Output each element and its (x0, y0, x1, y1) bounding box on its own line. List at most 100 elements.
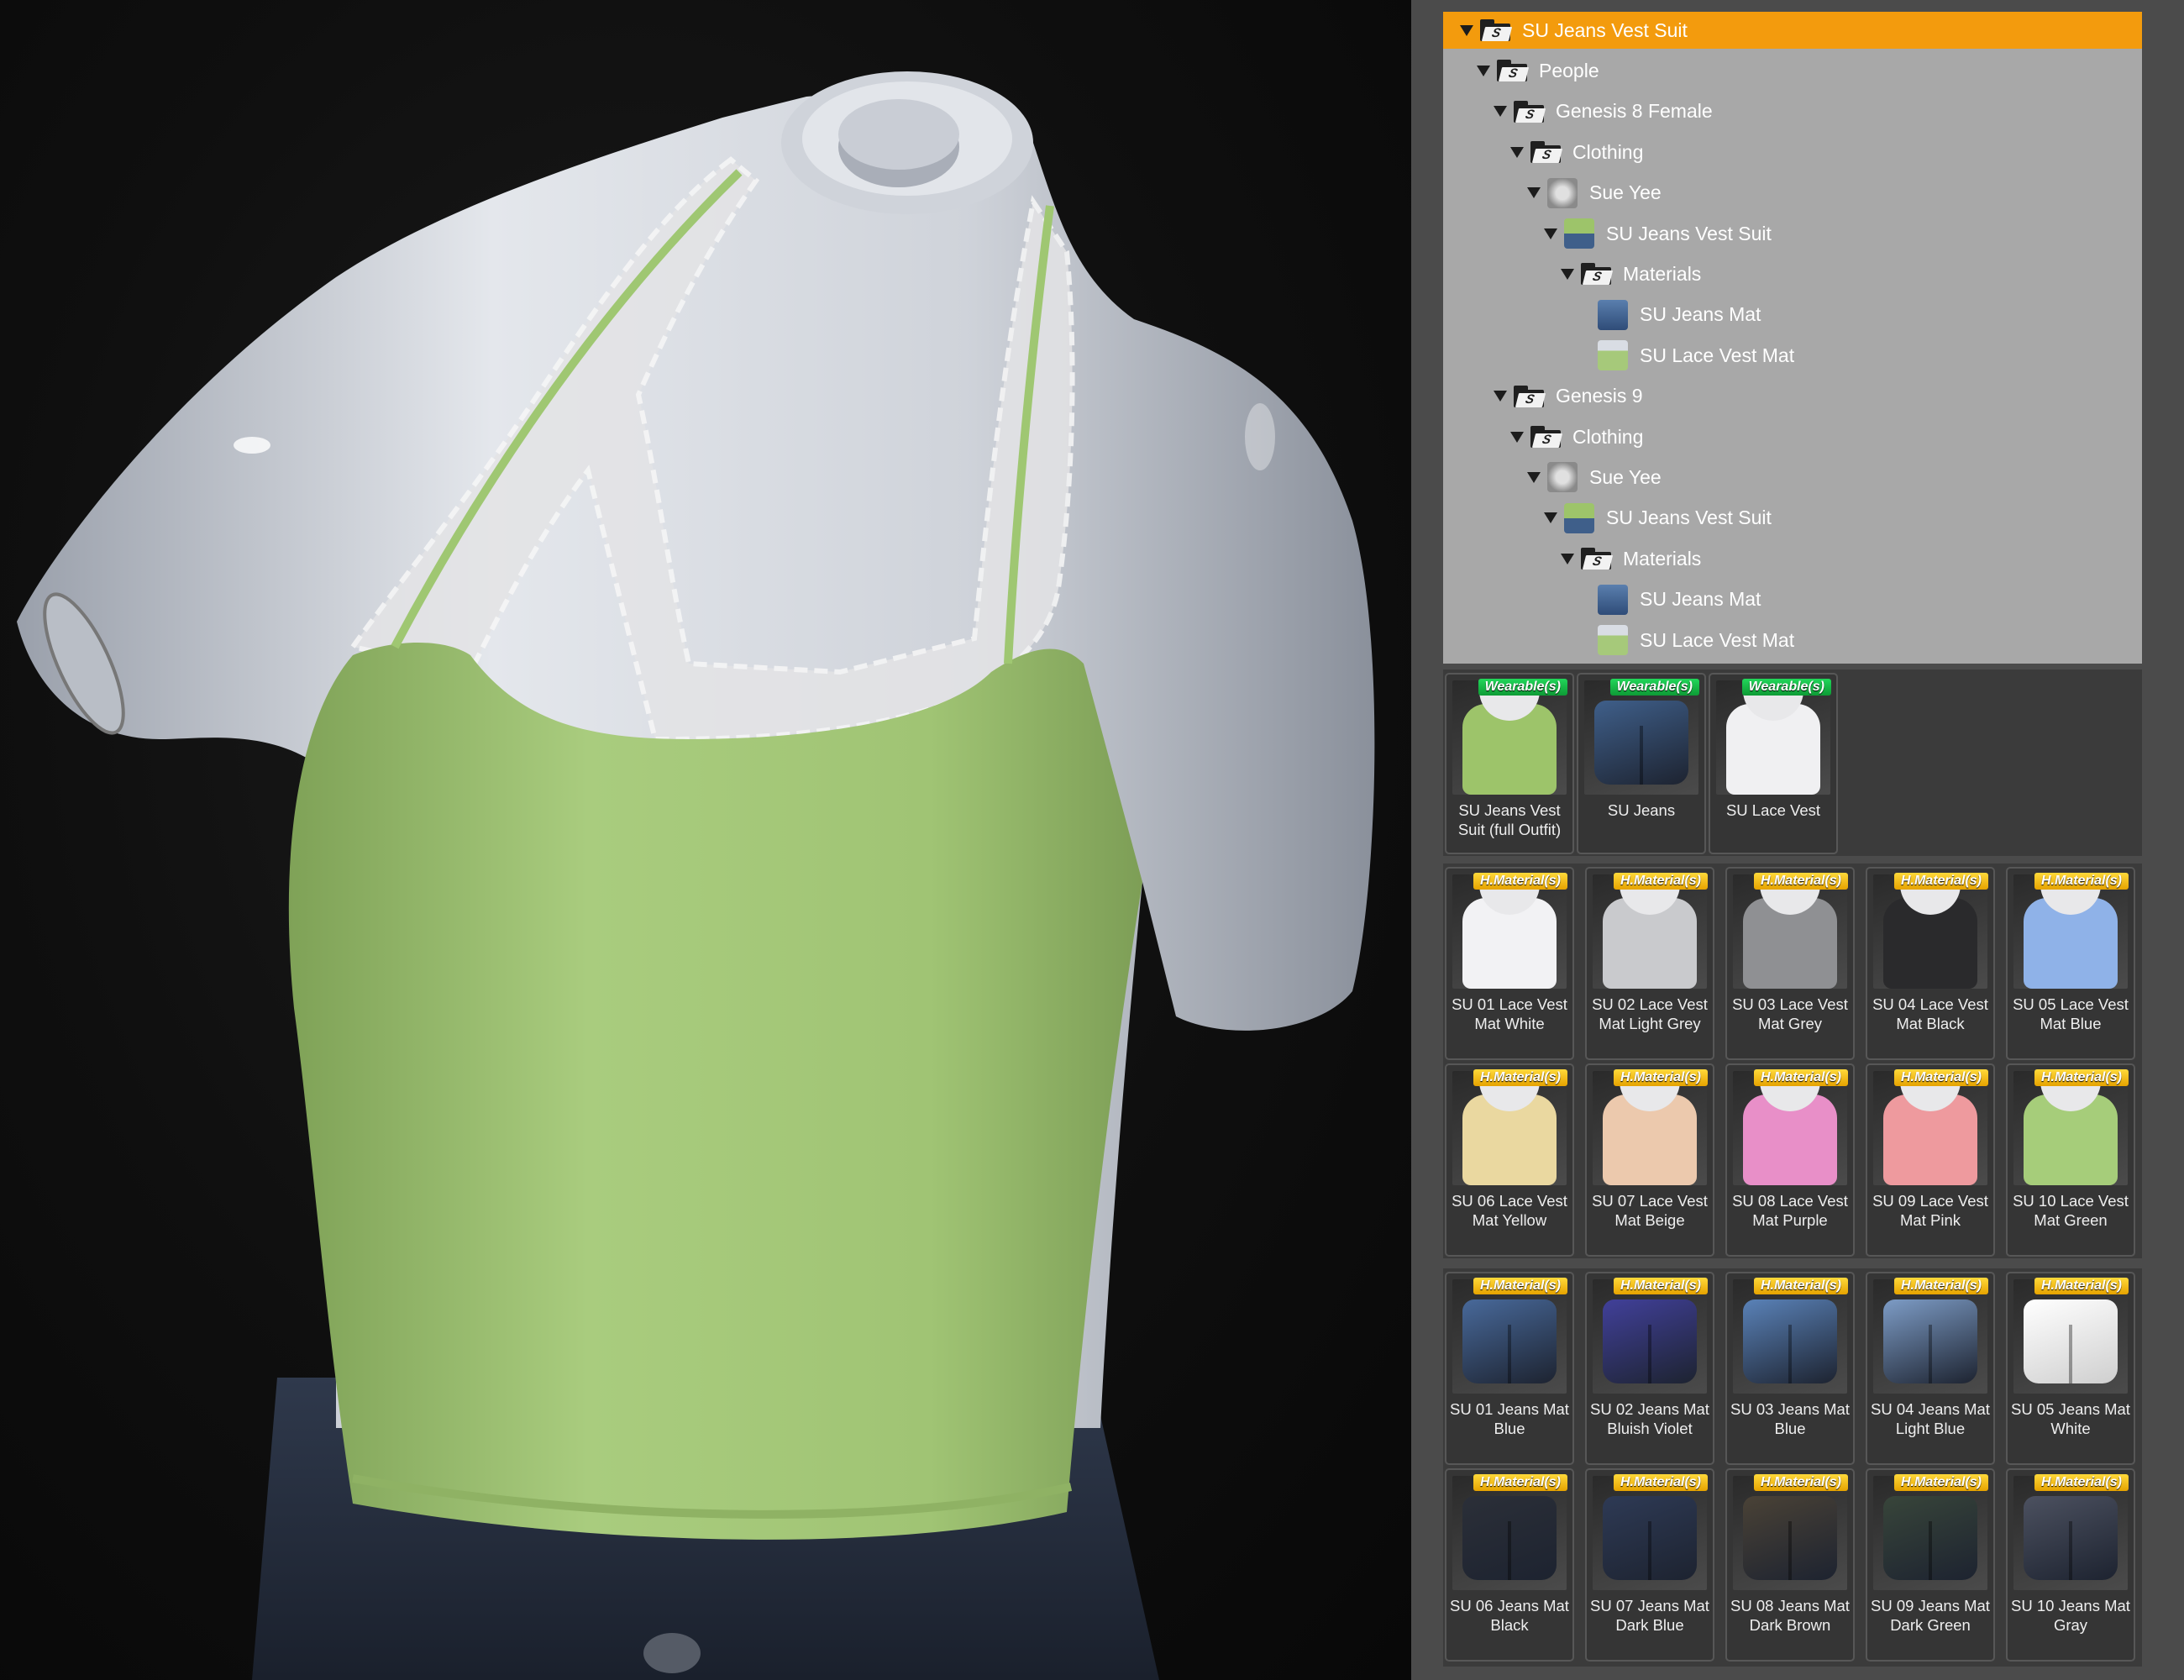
thumbnail-su-04-lace-vest-mat-black[interactable]: H.Material(s) SU 04 Lace Vest Mat Black (1866, 867, 1995, 1060)
tree-item-sue-yee[interactable]: Sue Yee (1527, 175, 1662, 212)
thumbnail-su-06-jeans-mat-black[interactable]: H.Material(s) SU 06 Jeans Mat Black (1445, 1468, 1574, 1662)
thumbnail-su-07-jeans-mat-dark-blue[interactable]: H.Material(s) SU 07 Jeans Mat Dark Blue (1585, 1468, 1714, 1662)
expand-arrow-icon[interactable] (1527, 471, 1541, 483)
thumbnail-label: SU 03 Lace Vest Mat Grey (1732, 995, 1848, 1032)
thumbnail-image (2013, 1071, 2128, 1185)
expand-arrow-icon[interactable] (1494, 391, 1507, 402)
expand-arrow-icon[interactable] (1477, 65, 1490, 76)
tree-item-su-jeans-mat[interactable]: SU Jeans Mat (1578, 581, 1761, 618)
wearables-grid: Wearable(s) SU Jeans Vest Suit (full Outf… (1443, 669, 2142, 856)
thumbnail-su-jeans[interactable]: Wearable(s) SU Jeans (1577, 673, 1706, 854)
thumbnail-label: SU 10 Lace Vest Mat Green (2013, 1192, 2129, 1229)
expand-arrow-icon[interactable] (1460, 24, 1473, 36)
expand-arrow-icon[interactable] (1494, 106, 1507, 118)
tree-item-su-jeans-vest-suit[interactable]: SU Jeans Vest Suit (1544, 215, 1772, 252)
thumbnail-image (1733, 1279, 1847, 1394)
tree-item-su-lace-vest-mat[interactable]: SU Lace Vest Mat (1578, 337, 1794, 374)
thumbnail-label: SU 04 Lace Vest Mat Black (1872, 995, 1988, 1032)
thumbnail-su-09-lace-vest-mat-pink[interactable]: H.Material(s) SU 09 Lace Vest Mat Pink (1866, 1063, 1995, 1257)
jeans-preview (1743, 1496, 1837, 1580)
content-type-badge: H.Material(s) (1613, 1474, 1708, 1491)
tree-item-su-jeans-vest-suit[interactable]: SU Jeans Vest Suit (1544, 500, 1772, 537)
thumbnail-image (1452, 1071, 1567, 1185)
vest-shape (288, 643, 1142, 1540)
folder-icon (1530, 141, 1563, 164)
vest-thumb-icon (1598, 340, 1628, 371)
expand-arrow-icon[interactable] (1561, 268, 1574, 280)
thumbnail-su-08-jeans-mat-dark-brown[interactable]: H.Material(s) SU 08 Jeans Mat Dark Brown (1725, 1468, 1855, 1662)
thumbnail-label: SU 09 Lace Vest Mat Pink (1872, 1192, 1988, 1229)
tree-item-genesis-9[interactable]: Genesis 9 (1494, 378, 1643, 415)
tree-item-label: Genesis 9 (1556, 385, 1643, 407)
tree-item-su-jeans-mat[interactable]: SU Jeans Mat (1578, 297, 1761, 333)
folder-icon (1581, 548, 1614, 570)
render-viewport[interactable] (0, 0, 1411, 1680)
thumbnail-su-01-jeans-mat-blue[interactable]: H.Material(s) SU 01 Jeans Mat Blue (1445, 1272, 1574, 1465)
tree-item-genesis-8-female[interactable]: Genesis 8 Female (1494, 93, 1713, 130)
vest-preview (1462, 1078, 1557, 1185)
jeans-preview (1743, 1299, 1837, 1383)
thumbnail-su-03-lace-vest-mat-grey[interactable]: H.Material(s) SU 03 Lace Vest Mat Grey (1725, 867, 1855, 1060)
thumbnail-image (1452, 1476, 1567, 1590)
thumbnail-label: SU 07 Jeans Mat Dark Blue (1590, 1597, 1709, 1634)
jeans-preview (1883, 1299, 1977, 1383)
tree-item-label: SU Jeans Vest Suit (1606, 222, 1772, 244)
thumbnail-su-04-jeans-mat-light-blue[interactable]: H.Material(s) SU 04 Jeans Mat Light Blue (1866, 1272, 1995, 1465)
vest-preview (2024, 881, 2118, 989)
thumbnail-su-02-lace-vest-mat-light-grey[interactable]: H.Material(s) SU 02 Lace Vest Mat Light G… (1585, 867, 1714, 1060)
content-type-badge: H.Material(s) (1613, 1278, 1708, 1294)
thumbnail-su-03-jeans-mat-blue[interactable]: H.Material(s) SU 03 Jeans Mat Blue (1725, 1272, 1855, 1465)
thumbnail-su-05-lace-vest-mat-blue[interactable]: H.Material(s) SU 05 Lace Vest Mat Blue (2006, 867, 2135, 1060)
thumbnail-su-10-jeans-mat-gray[interactable]: H.Material(s) SU 10 Jeans Mat Gray (2006, 1468, 2135, 1662)
content-type-badge: H.Material(s) (2034, 1278, 2129, 1294)
content-type-badge: H.Material(s) (1893, 1278, 1988, 1294)
tree-item-clothing[interactable]: Clothing (1510, 418, 1643, 455)
vest-thumb-icon (1598, 625, 1628, 655)
tree-item-su-lace-vest-mat[interactable]: SU Lace Vest Mat (1578, 622, 1794, 659)
thumbnail-image (1452, 680, 1567, 795)
tree-item-people[interactable]: People (1477, 52, 1599, 89)
thumbnail-su-10-lace-vest-mat-green[interactable]: H.Material(s) SU 10 Lace Vest Mat Green (2006, 1063, 2135, 1257)
thumbnail-image (1873, 874, 1987, 989)
thumbnail-su-09-jeans-mat-dark-green[interactable]: H.Material(s) SU 09 Jeans Mat Dark Green (1866, 1468, 1995, 1662)
tree-item-clothing[interactable]: Clothing (1510, 134, 1643, 171)
thumbnail-su-08-lace-vest-mat-purple[interactable]: H.Material(s) SU 08 Lace Vest Mat Purple (1725, 1063, 1855, 1257)
tree-item-materials[interactable]: Materials (1561, 255, 1701, 292)
folder-icon (1530, 426, 1563, 448)
thumbnail-su-02-jeans-mat-bluish-violet[interactable]: H.Material(s) SU 02 Jeans Mat Bluish Viol… (1585, 1272, 1714, 1465)
thumbnail-su-01-lace-vest-mat-white[interactable]: H.Material(s) SU 01 Lace Vest Mat White (1445, 867, 1574, 1060)
folder-icon (1480, 19, 1513, 41)
content-type-badge: H.Material(s) (1473, 1474, 1567, 1491)
vest-materials-grid: H.Material(s) SU 01 Lace Vest Mat White H.… (1443, 864, 2142, 1258)
expand-arrow-icon[interactable] (1510, 146, 1524, 158)
vest-preview (1726, 687, 1820, 795)
expand-arrow-icon[interactable] (1527, 187, 1541, 199)
tree-item-label: Clothing (1572, 140, 1644, 163)
expand-arrow-icon[interactable] (1561, 553, 1574, 564)
tree-item-su-jeans-vest-suit[interactable]: SU Jeans Vest Suit (1443, 12, 2142, 49)
thumbnail-su-06-lace-vest-mat-yellow[interactable]: H.Material(s) SU 06 Lace Vest Mat Yellow (1445, 1063, 1574, 1257)
content-type-badge: H.Material(s) (2034, 873, 2129, 890)
thumbnail-su-lace-vest[interactable]: Wearable(s) SU Lace Vest (1709, 673, 1838, 854)
content-type-badge: H.Material(s) (1473, 1278, 1567, 1294)
tree-item-label: SU Jeans Vest Suit (1606, 507, 1772, 529)
expand-arrow-icon[interactable] (1544, 228, 1557, 239)
thumbnail-su-jeans-vest-suit-full-outfit-[interactable]: Wearable(s) SU Jeans Vest Suit (full Outf… (1445, 673, 1574, 854)
thumbnail-image (1716, 680, 1830, 795)
jeans-preview (2024, 1299, 2118, 1383)
thumbnail-label: SU 04 Jeans Mat Light Blue (1871, 1400, 1990, 1437)
expand-arrow-icon[interactable] (1510, 431, 1524, 443)
thumbnail-label: SU 02 Jeans Mat Bluish Violet (1590, 1400, 1709, 1437)
thumbnail-su-07-lace-vest-mat-beige[interactable]: H.Material(s) SU 07 Lace Vest Mat Beige (1585, 1063, 1714, 1257)
tree-item-materials[interactable]: Materials (1561, 540, 1701, 577)
jeans-materials-grid: H.Material(s) SU 01 Jeans Mat Blue H.Mater… (1443, 1268, 2142, 1667)
expand-arrow-icon[interactable] (1544, 512, 1557, 524)
thumbnail-su-05-jeans-mat-white[interactable]: H.Material(s) SU 05 Jeans Mat White (2006, 1272, 2135, 1465)
tree-item-label: People (1539, 59, 1599, 81)
tree-item-sue-yee[interactable]: Sue Yee (1527, 459, 1662, 496)
tree-item-label: Clothing (1572, 425, 1644, 448)
vest-preview (1462, 687, 1557, 795)
tree-item-label: Genesis 8 Female (1556, 100, 1713, 123)
tree-item-label: Sue Yee (1589, 181, 1662, 204)
folder-icon (1581, 263, 1614, 286)
